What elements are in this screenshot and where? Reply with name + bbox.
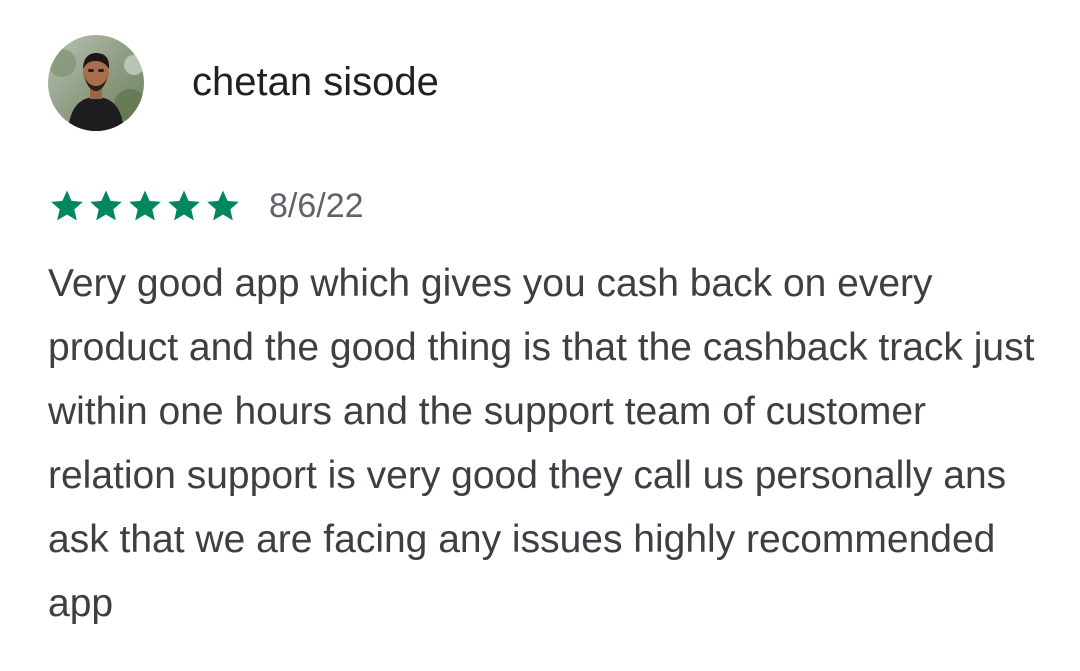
star-rating: [48, 187, 243, 225]
rating-row: 8/6/22: [48, 184, 364, 228]
star-icon: [129, 190, 161, 221]
avatar: [48, 35, 144, 131]
review-date: 8/6/22: [269, 187, 364, 225]
avatar-photo: [48, 35, 144, 131]
review-author-name: chetan sisode: [192, 60, 439, 104]
star-icon: [168, 190, 200, 221]
star-icon: [51, 190, 83, 221]
star-icon: [207, 190, 239, 221]
star-icon: [90, 190, 122, 221]
review-card: chetan sisode 8/6/22 Very good app which…: [0, 0, 1080, 671]
review-text: Very good app which gives you cash back …: [48, 262, 1035, 625]
